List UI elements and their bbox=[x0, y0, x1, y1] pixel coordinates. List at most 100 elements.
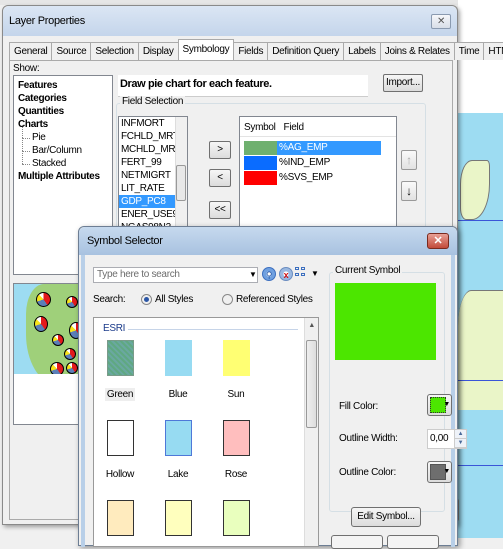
symbol-item[interactable] bbox=[156, 500, 200, 536]
scroll-thumb[interactable] bbox=[176, 165, 186, 201]
spin-up-icon[interactable]: ▲ bbox=[455, 430, 466, 439]
radio-all-styles-label[interactable]: All Styles bbox=[155, 294, 193, 305]
outline-width-label: Outline Width: bbox=[339, 433, 398, 444]
show-item-charts[interactable]: Charts bbox=[18, 118, 108, 131]
dialog-title: Symbol Selector bbox=[79, 227, 457, 255]
show-item-features[interactable]: Features bbox=[18, 79, 108, 92]
pie-symbol bbox=[64, 348, 76, 360]
tab-html-popup[interactable]: HTML Popup bbox=[483, 42, 503, 60]
show-label: Show: bbox=[13, 63, 40, 74]
close-icon[interactable]: ✕ bbox=[427, 233, 449, 249]
current-symbol-label: Current Symbol bbox=[333, 265, 403, 276]
symbol-item-hollow[interactable]: Hollow bbox=[98, 420, 142, 481]
symbol-swatch bbox=[164, 420, 192, 456]
symbol-item-lake[interactable]: Lake bbox=[156, 420, 200, 481]
pie-symbol bbox=[52, 334, 64, 346]
symbol-swatch[interactable] bbox=[244, 171, 277, 185]
search-input[interactable]: Type here to search bbox=[93, 267, 258, 283]
show-item-bar-column[interactable]: Bar/Column bbox=[18, 138, 108, 157]
tab-general[interactable]: General bbox=[9, 42, 53, 60]
symbol-item-rose[interactable]: Rose bbox=[214, 420, 258, 481]
symbol-label: Green bbox=[104, 388, 136, 401]
spin-down-icon[interactable]: ▼ bbox=[455, 439, 466, 448]
scroll-thumb[interactable] bbox=[306, 340, 317, 428]
view-grid-icon[interactable] bbox=[295, 267, 307, 279]
tab-display[interactable]: Display bbox=[137, 42, 179, 60]
chevron-down-icon: ▼ bbox=[443, 468, 450, 475]
pie-symbol bbox=[50, 362, 64, 374]
chevron-down-icon: ▼ bbox=[443, 401, 450, 408]
list-item-selected[interactable]: GDP_PC8 bbox=[119, 195, 177, 208]
field-name[interactable]: %AG_EMP bbox=[277, 141, 381, 155]
symbol-label: Sun bbox=[227, 389, 245, 400]
symbol-item[interactable] bbox=[214, 500, 258, 536]
column-header-symbol[interactable]: Symbol bbox=[240, 117, 280, 136]
pie-symbol bbox=[34, 316, 48, 332]
current-symbol-preview bbox=[335, 283, 436, 360]
tab-joins-relates[interactable]: Joins & Relates bbox=[379, 42, 455, 60]
search-label: Search: bbox=[93, 294, 126, 305]
symbol-item[interactable] bbox=[98, 500, 142, 536]
tab-source[interactable]: Source bbox=[51, 42, 92, 60]
tab-fields[interactable]: Fields bbox=[233, 42, 269, 60]
symbol-swatch bbox=[222, 500, 250, 536]
add-field-button[interactable]: > bbox=[209, 141, 231, 159]
table-header: Symbol Field bbox=[240, 117, 396, 137]
tab-definition-query[interactable]: Definition Query bbox=[267, 42, 345, 60]
gallery-scrollbar[interactable]: ▲ bbox=[304, 318, 318, 546]
field-list-scrollbar[interactable] bbox=[175, 117, 187, 230]
symbol-swatch bbox=[106, 420, 134, 456]
tab-selection[interactable]: Selection bbox=[90, 42, 139, 60]
symbol-item-sun[interactable]: Sun bbox=[214, 340, 258, 401]
search-icon[interactable]: ⚲ bbox=[262, 267, 276, 281]
tab-bar: General Source Selection Display Symbolo… bbox=[9, 39, 503, 60]
reset-button[interactable] bbox=[387, 535, 439, 549]
outline-width-stepper[interactable]: 0,00 ▲ ▼ bbox=[427, 429, 467, 449]
symbol-label: Hollow bbox=[105, 469, 135, 480]
table-row[interactable]: %AG_EMP bbox=[240, 141, 396, 156]
symbol-label: Rose bbox=[224, 469, 248, 480]
preview-map bbox=[14, 284, 82, 374]
symbol-swatch[interactable] bbox=[244, 156, 277, 170]
field-selection-label: Field Selection bbox=[120, 96, 186, 107]
radio-all-styles[interactable] bbox=[141, 294, 152, 305]
clear-search-icon[interactable]: x bbox=[279, 267, 293, 281]
renderer-description: Draw pie chart for each feature. bbox=[118, 75, 368, 97]
remove-all-fields-button[interactable]: << bbox=[209, 201, 231, 219]
import-button[interactable]: Import... bbox=[383, 74, 423, 92]
close-icon[interactable]: ✕ bbox=[431, 14, 451, 29]
show-item-quantities[interactable]: Quantities bbox=[18, 105, 108, 118]
background-map bbox=[458, 0, 503, 538]
symbol-swatch[interactable] bbox=[244, 141, 277, 155]
dialog-title: Layer Properties bbox=[3, 6, 457, 36]
show-item-categories[interactable]: Categories bbox=[18, 92, 108, 105]
field-name[interactable]: %SVS_EMP bbox=[277, 171, 381, 185]
outline-color-picker[interactable]: ▼ bbox=[427, 461, 452, 483]
symbol-item-blue[interactable]: Blue bbox=[156, 340, 200, 401]
symbol-item-green[interactable]: Green bbox=[98, 340, 142, 401]
symbol-swatch bbox=[222, 340, 250, 376]
table-row[interactable]: %IND_EMP bbox=[240, 156, 396, 171]
edit-symbol-button[interactable]: Edit Symbol... bbox=[351, 507, 421, 527]
show-item-multiple-attributes[interactable]: Multiple Attributes bbox=[18, 170, 108, 183]
arrow-down-icon[interactable]: ↓ bbox=[401, 181, 417, 201]
save-as-button[interactable] bbox=[331, 535, 383, 549]
chevron-down-icon[interactable]: ▼ bbox=[249, 270, 257, 279]
show-item-pie[interactable]: Pie bbox=[18, 125, 108, 144]
chevron-down-icon[interactable]: ▼ bbox=[311, 269, 319, 278]
fill-color-picker[interactable]: ▼ bbox=[427, 394, 452, 416]
column-header-field[interactable]: Field bbox=[280, 117, 308, 136]
remove-field-button[interactable]: < bbox=[209, 169, 231, 187]
show-item-stacked[interactable]: Stacked bbox=[18, 151, 108, 170]
radio-referenced-styles-label[interactable]: Referenced Styles bbox=[236, 294, 313, 305]
tab-labels[interactable]: Labels bbox=[343, 42, 381, 60]
tab-symbology[interactable]: Symbology bbox=[177, 39, 235, 60]
arrow-up-icon[interactable]: ↑ bbox=[401, 150, 417, 170]
scroll-up-icon[interactable]: ▲ bbox=[308, 322, 315, 329]
field-list[interactable]: INFMORT FCHLD_MRT MCHLD_MRT FERT_99 NETM… bbox=[118, 116, 188, 231]
field-name[interactable]: %IND_EMP bbox=[277, 156, 381, 170]
tab-time[interactable]: Time bbox=[453, 42, 485, 60]
radio-referenced-styles[interactable] bbox=[222, 294, 233, 305]
pie-symbol bbox=[36, 292, 51, 307]
table-row[interactable]: %SVS_EMP bbox=[240, 171, 396, 186]
